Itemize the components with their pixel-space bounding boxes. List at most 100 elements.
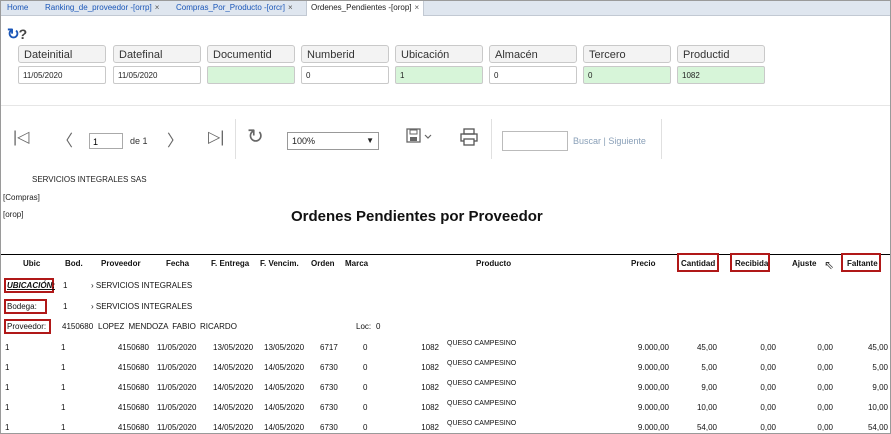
datefinal-input[interactable]: 11/05/2020 — [113, 66, 201, 84]
cell-fecha: 11/05/2020 — [157, 423, 197, 432]
cell-marca: 0 — [363, 363, 368, 372]
group-ubicacion-label: UBICACIÓN: — [7, 281, 55, 290]
cell-f-vencim: 14/05/2020 — [264, 423, 305, 432]
cell-orden: 6730 — [320, 363, 338, 372]
cell-faltante: 10,00 — [867, 403, 888, 412]
dateinitial-input[interactable]: 11/05/2020 — [18, 66, 106, 84]
param-label: Ubicación — [395, 45, 483, 63]
group-proveedor-name: LOPEZ MENDOZA FABIO RICARDO — [98, 322, 237, 331]
cell-proveedor: 4150680 — [117, 383, 149, 392]
cell-f-entrega: 14/05/2020 — [213, 383, 254, 392]
cell-recibida: 0,00 — [760, 383, 776, 392]
help-icon[interactable]: ? — [19, 26, 28, 42]
cell-recibida: 0,00 — [760, 423, 776, 432]
col-precio: Precio — [631, 259, 656, 268]
cell-producto-id: 1082 — [421, 343, 439, 352]
close-icon[interactable]: × — [288, 3, 293, 12]
group-ubicacion-name: › SERVICIOS INTEGRALES — [91, 281, 193, 290]
last-page-icon[interactable]: ▷| — [208, 127, 224, 147]
cell-orden: 6730 — [320, 383, 338, 392]
tab-label: Ranking_de_proveedor -[orrp] — [45, 3, 152, 12]
cell-ubic: 1 — [5, 403, 10, 412]
cell-marca: 0 — [363, 343, 368, 352]
cell-marca: 0 — [363, 403, 368, 412]
highlight-box — [841, 253, 881, 272]
almacen-input[interactable]: 0 — [489, 66, 577, 84]
highlight-box — [677, 253, 719, 272]
tab-label: Home — [7, 3, 29, 12]
save-icon[interactable] — [406, 128, 432, 149]
zoom-value: 100% — [292, 136, 316, 146]
group-proveedor-id: 4150680 — [62, 322, 94, 331]
cell-precio: 9.000,00 — [637, 403, 669, 412]
group-proveedor-label: Proveedor: — [7, 322, 47, 331]
col-ubic: Ubic — [23, 259, 41, 268]
tab-bar: Home Ranking_de_proveedor -[orrp] × Compr… — [1, 1, 890, 16]
divider — [661, 119, 662, 159]
col-bod: Bod. — [65, 259, 83, 268]
cell-cantidad: 10,00 — [696, 403, 717, 412]
cell-marca: 0 — [363, 423, 368, 432]
print-icon[interactable] — [460, 128, 478, 151]
first-page-icon[interactable]: |◁ — [13, 127, 29, 147]
col-marca: Marca — [345, 259, 369, 268]
search-next-link[interactable]: Buscar | Siguiente — [573, 136, 646, 146]
cell-precio: 9.000,00 — [637, 363, 669, 372]
divider — [1, 105, 890, 106]
cell-fecha: 11/05/2020 — [157, 403, 197, 412]
refresh-icon[interactable]: ↻ — [7, 26, 20, 43]
cell-fecha: 11/05/2020 — [157, 363, 197, 372]
report-title: Ordenes Pendientes por Proveedor — [291, 208, 543, 225]
tercero-input[interactable]: 0 — [583, 66, 671, 84]
cell-producto-id: 1082 — [421, 363, 439, 372]
cell-producto-name: QUESO CAMPESINO — [447, 400, 517, 407]
cell-ajuste: 0,00 — [817, 363, 833, 372]
search-input[interactable] — [502, 131, 568, 151]
documentid-input[interactable] — [207, 66, 295, 84]
cell-f-entrega: 14/05/2020 — [213, 423, 254, 432]
cell-f-vencim: 14/05/2020 — [264, 383, 305, 392]
company-name: SERVICIOS INTEGRALES SAS — [32, 175, 147, 184]
cell-precio: 9.000,00 — [637, 423, 669, 432]
cell-orden: 6717 — [320, 343, 338, 352]
cell-producto-id: 1082 — [421, 383, 439, 392]
cell-f-vencim: 14/05/2020 — [264, 403, 305, 412]
chevron-down-icon: ▼ — [366, 136, 374, 145]
cell-proveedor: 4150680 — [117, 423, 149, 432]
cell-proveedor: 4150680 — [117, 403, 149, 412]
module-label: [Compras] — [3, 193, 40, 202]
tab-ordenes-pendientes[interactable]: Ordenes_Pendientes -[orop] × — [306, 1, 425, 16]
cell-ajuste: 0,00 — [817, 383, 833, 392]
cell-recibida: 0,00 — [760, 403, 776, 412]
cell-orden: 6730 — [320, 403, 338, 412]
page-number-input[interactable]: 1 — [89, 133, 123, 149]
tab-compras-producto[interactable]: Compras_Por_Producto -[orcr] × — [172, 1, 297, 15]
cell-proveedor: 4150680 — [117, 343, 149, 352]
group-bodega-value: 1 — [63, 302, 68, 311]
refresh-report-icon[interactable]: ↻ — [247, 124, 264, 149]
tab-ranking-proveedor[interactable]: Ranking_de_proveedor -[orrp] × — [41, 1, 163, 15]
report-code: [orop] — [3, 210, 24, 219]
cell-ajuste: 0,00 — [817, 343, 833, 352]
close-icon[interactable]: × — [415, 3, 420, 12]
cell-producto-name: QUESO CAMPESINO — [447, 360, 517, 367]
tab-home[interactable]: Home — [3, 1, 32, 15]
zoom-select[interactable]: 100% ▼ — [287, 132, 379, 150]
next-page-icon[interactable]: 〉 — [167, 127, 183, 151]
param-toolbar: ↻? — [7, 25, 28, 43]
divider — [491, 119, 492, 159]
param-label: Datefinal — [113, 45, 201, 63]
ubicacion-input[interactable]: 1 — [395, 66, 483, 84]
prev-page-icon[interactable]: 〈 — [57, 127, 73, 151]
param-label: Documentid — [207, 45, 295, 63]
cell-ubic: 1 — [5, 423, 10, 432]
cell-producto-name: QUESO CAMPESINO — [447, 380, 517, 387]
close-icon[interactable]: × — [155, 3, 160, 12]
cell-ajuste: 0,00 — [817, 423, 833, 432]
cell-fecha: 11/05/2020 — [157, 343, 197, 352]
mouse-cursor-icon: ⇖ — [824, 258, 835, 272]
cell-ajuste: 0,00 — [817, 403, 833, 412]
param-label: Almacén — [489, 45, 577, 63]
productid-input[interactable]: 1082 — [677, 66, 765, 84]
numberid-input[interactable]: 0 — [301, 66, 389, 84]
